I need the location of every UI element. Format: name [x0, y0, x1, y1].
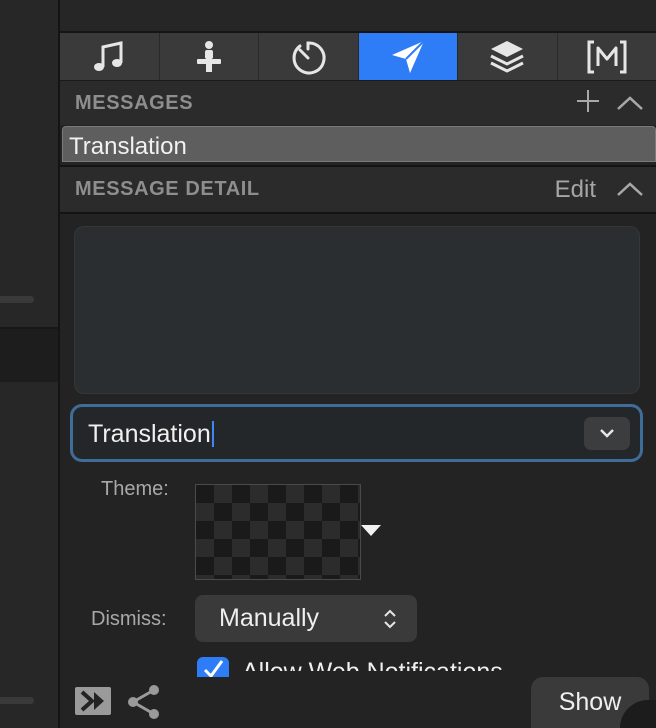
- left-panel-row: [0, 329, 58, 382]
- up-down-chevron-icon: [384, 609, 396, 629]
- collapse-messages-icon[interactable]: [616, 95, 644, 111]
- web-notifications-checkbox[interactable]: [197, 657, 229, 677]
- chevron-down-icon: [600, 429, 614, 438]
- dismiss-value: Manually: [219, 604, 320, 632]
- message-item-translation[interactable]: Translation: [62, 126, 656, 162]
- sidebar-toggle-icon[interactable]: [74, 686, 112, 716]
- message-text-field[interactable]: Translation: [70, 404, 643, 462]
- top-bar: [60, 0, 656, 33]
- text-caret: [211, 421, 214, 447]
- macro-icon: [587, 40, 627, 73]
- tab-timers[interactable]: [259, 33, 359, 80]
- theme-label: Theme:: [101, 478, 169, 500]
- theme-thumbnail[interactable]: [195, 484, 361, 580]
- stage-icon: [196, 40, 221, 72]
- timer-icon: [292, 40, 326, 74]
- tab-macros[interactable]: [558, 33, 656, 80]
- web-notifications-label: Allow Web Notifications: [242, 657, 503, 671]
- message-preview: [74, 226, 640, 394]
- send-message-icon: [391, 39, 425, 73]
- left-panel: [0, 0, 58, 728]
- scrollbar-bottom[interactable]: [0, 697, 34, 704]
- checkmark-icon: [203, 660, 224, 677]
- messages-header: MESSAGES: [60, 81, 656, 125]
- tab-props[interactable]: [458, 33, 558, 80]
- music-note-icon: [94, 40, 123, 71]
- message-detail-header: MESSAGE DETAIL Edit: [60, 165, 656, 214]
- messages-title: MESSAGES: [75, 92, 194, 114]
- theme-dropdown-icon[interactable]: [361, 525, 381, 536]
- edit-button[interactable]: Edit: [555, 167, 596, 213]
- add-message-icon[interactable]: [577, 90, 599, 112]
- message-detail-title: MESSAGE DETAIL: [75, 178, 260, 200]
- tab-bar: [60, 33, 656, 81]
- message-item-label: Translation: [69, 133, 187, 160]
- scrollbar-top[interactable]: [0, 296, 34, 303]
- share-icon[interactable]: [125, 683, 163, 721]
- tab-audio[interactable]: [60, 33, 160, 80]
- message-dropdown-button[interactable]: [584, 417, 630, 450]
- dismiss-select[interactable]: Manually: [195, 595, 417, 642]
- collapse-detail-icon[interactable]: [616, 181, 644, 197]
- layers-icon: [490, 40, 524, 73]
- dismiss-label: Dismiss:: [91, 608, 167, 630]
- tab-messages[interactable]: [358, 33, 458, 80]
- tab-stage[interactable]: [160, 33, 259, 80]
- message-text-value: Translation: [88, 420, 211, 448]
